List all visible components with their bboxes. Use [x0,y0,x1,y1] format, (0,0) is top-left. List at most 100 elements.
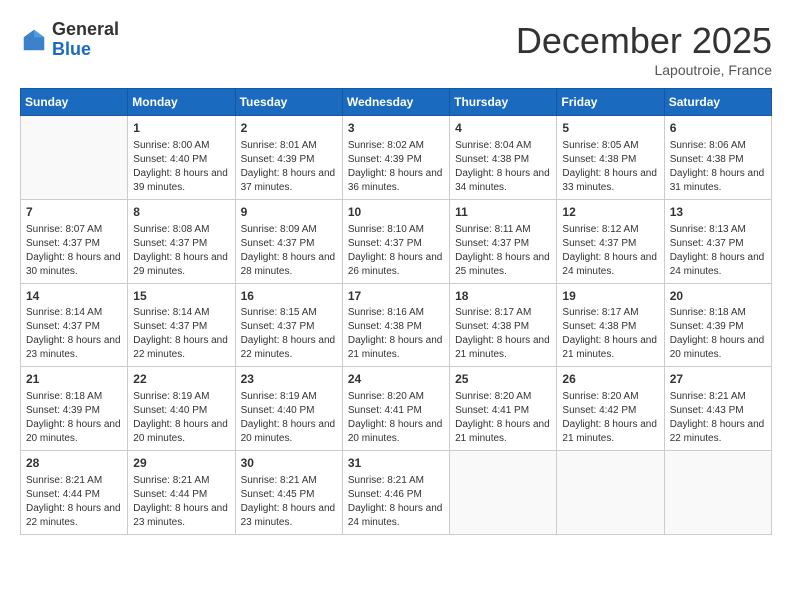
calendar-week-row: 7 Sunrise: 8:07 AMSunset: 4:37 PMDaylight… [21,199,772,283]
calendar-cell: 19Sunrise: 8:17 AMSunset: 4:38 PMDayligh… [557,283,664,367]
day-number: 14 [26,288,122,305]
day-info: Sunrise: 8:21 AMSunset: 4:43 PMDaylight:… [670,390,766,446]
day-info: Sunrise: 8:21 AMSunset: 4:46 PMDaylight:… [348,474,444,530]
calendar-cell: 13 Sunrise: 8:13 AMSunset: 4:37 PMDayligh… [664,199,771,283]
title-block: December 2025 Lapoutroie, France [516,20,772,78]
day-info: Sunrise: 8:09 AMSunset: 4:37 PMDaylight:… [241,223,337,279]
weekday-header: Sunday [21,89,128,116]
calendar-cell: 4 Sunrise: 8:04 AMSunset: 4:38 PMDaylight… [450,116,557,200]
calendar-cell: 8 Sunrise: 8:08 AMSunset: 4:37 PMDaylight… [128,199,235,283]
calendar-cell: 30 Sunrise: 8:21 AMSunset: 4:45 PMDayligh… [235,451,342,535]
day-number: 7 [26,204,122,221]
day-number: 1 [133,120,229,137]
location: Lapoutroie, France [516,62,772,78]
day-info: Sunrise: 8:21 AMSunset: 4:44 PMDaylight:… [133,474,229,530]
day-info: Sunrise: 8:16 AMSunset: 4:38 PMDaylight:… [348,306,444,362]
calendar-cell: 24Sunrise: 8:20 AMSunset: 4:41 PMDayligh… [342,367,449,451]
calendar-cell: 9 Sunrise: 8:09 AMSunset: 4:37 PMDaylight… [235,199,342,283]
calendar-cell [21,116,128,200]
calendar-cell: 11 Sunrise: 8:11 AMSunset: 4:37 PMDayligh… [450,199,557,283]
calendar-header: SundayMondayTuesdayWednesdayThursdayFrid… [21,89,772,116]
calendar-cell: 10Sunrise: 8:10 AMSunset: 4:37 PMDayligh… [342,199,449,283]
day-info: Sunrise: 8:21 AMSunset: 4:45 PMDaylight:… [241,474,337,530]
day-info: Sunrise: 8:15 AMSunset: 4:37 PMDaylight:… [241,306,337,362]
weekday-header-row: SundayMondayTuesdayWednesdayThursdayFrid… [21,89,772,116]
calendar-week-row: 21Sunrise: 8:18 AMSunset: 4:39 PMDayligh… [21,367,772,451]
calendar-week-row: 1 Sunrise: 8:00 AMSunset: 4:40 PMDaylight… [21,116,772,200]
day-info: Sunrise: 8:20 AMSunset: 4:41 PMDaylight:… [455,390,551,446]
day-number: 9 [241,204,337,221]
day-number: 6 [670,120,766,137]
day-number: 3 [348,120,444,137]
day-number: 19 [562,288,658,305]
calendar-cell: 25Sunrise: 8:20 AMSunset: 4:41 PMDayligh… [450,367,557,451]
calendar-cell [557,451,664,535]
day-number: 8 [133,204,229,221]
day-number: 16 [241,288,337,305]
day-info: Sunrise: 8:08 AMSunset: 4:37 PMDaylight:… [133,223,229,279]
weekday-header: Saturday [664,89,771,116]
day-info: Sunrise: 8:00 AMSunset: 4:40 PMDaylight:… [133,139,229,195]
calendar-cell: 16Sunrise: 8:15 AMSunset: 4:37 PMDayligh… [235,283,342,367]
day-info: Sunrise: 8:07 AMSunset: 4:37 PMDaylight:… [26,223,122,279]
weekday-header: Tuesday [235,89,342,116]
day-info: Sunrise: 8:13 AMSunset: 4:37 PMDaylight:… [670,223,766,279]
day-info: Sunrise: 8:19 AMSunset: 4:40 PMDaylight:… [241,390,337,446]
day-info: Sunrise: 8:11 AMSunset: 4:37 PMDaylight:… [455,223,551,279]
day-info: Sunrise: 8:19 AMSunset: 4:40 PMDaylight:… [133,390,229,446]
day-info: Sunrise: 8:17 AMSunset: 4:38 PMDaylight:… [562,306,658,362]
calendar-cell: 6 Sunrise: 8:06 AMSunset: 4:38 PMDaylight… [664,116,771,200]
month-title: December 2025 [516,20,772,62]
page-header: General Blue December 2025 Lapoutroie, F… [20,20,772,78]
day-number: 31 [348,455,444,472]
calendar-cell [664,451,771,535]
day-info: Sunrise: 8:05 AMSunset: 4:38 PMDaylight:… [562,139,658,195]
day-number: 10 [348,204,444,221]
day-number: 5 [562,120,658,137]
day-number: 23 [241,371,337,388]
day-number: 30 [241,455,337,472]
day-number: 11 [455,204,551,221]
day-number: 17 [348,288,444,305]
day-info: Sunrise: 8:18 AMSunset: 4:39 PMDaylight:… [670,306,766,362]
day-info: Sunrise: 8:02 AMSunset: 4:39 PMDaylight:… [348,139,444,195]
day-number: 28 [26,455,122,472]
day-info: Sunrise: 8:20 AMSunset: 4:42 PMDaylight:… [562,390,658,446]
logo-text: General Blue [52,20,119,60]
day-number: 18 [455,288,551,305]
day-number: 2 [241,120,337,137]
calendar-cell: 17Sunrise: 8:16 AMSunset: 4:38 PMDayligh… [342,283,449,367]
calendar-cell: 23 Sunrise: 8:19 AMSunset: 4:40 PMDayligh… [235,367,342,451]
day-info: Sunrise: 8:14 AMSunset: 4:37 PMDaylight:… [26,306,122,362]
day-number: 22 [133,371,229,388]
calendar-cell: 1 Sunrise: 8:00 AMSunset: 4:40 PMDaylight… [128,116,235,200]
day-info: Sunrise: 8:14 AMSunset: 4:37 PMDaylight:… [133,306,229,362]
day-info: Sunrise: 8:06 AMSunset: 4:38 PMDaylight:… [670,139,766,195]
calendar-cell: 18Sunrise: 8:17 AMSunset: 4:38 PMDayligh… [450,283,557,367]
day-number: 27 [670,371,766,388]
day-number: 15 [133,288,229,305]
day-info: Sunrise: 8:04 AMSunset: 4:38 PMDaylight:… [455,139,551,195]
day-info: Sunrise: 8:17 AMSunset: 4:38 PMDaylight:… [455,306,551,362]
calendar-week-row: 28 Sunrise: 8:21 AMSunset: 4:44 PMDayligh… [21,451,772,535]
calendar-table: SundayMondayTuesdayWednesdayThursdayFrid… [20,88,772,535]
calendar-cell: 7 Sunrise: 8:07 AMSunset: 4:37 PMDaylight… [21,199,128,283]
day-number: 4 [455,120,551,137]
weekday-header: Friday [557,89,664,116]
day-number: 13 [670,204,766,221]
day-number: 24 [348,371,444,388]
day-number: 29 [133,455,229,472]
weekday-header: Wednesday [342,89,449,116]
calendar-cell: 5 Sunrise: 8:05 AMSunset: 4:38 PMDaylight… [557,116,664,200]
calendar-cell: 15Sunrise: 8:14 AMSunset: 4:37 PMDayligh… [128,283,235,367]
calendar-cell: 14Sunrise: 8:14 AMSunset: 4:37 PMDayligh… [21,283,128,367]
calendar-body: 1 Sunrise: 8:00 AMSunset: 4:40 PMDaylight… [21,116,772,535]
calendar-cell: 21Sunrise: 8:18 AMSunset: 4:39 PMDayligh… [21,367,128,451]
calendar-cell: 27 Sunrise: 8:21 AMSunset: 4:43 PMDayligh… [664,367,771,451]
day-number: 21 [26,371,122,388]
calendar-cell: 28Sunrise: 8:21 AMSunset: 4:44 PMDayligh… [21,451,128,535]
calendar-cell: 3 Sunrise: 8:02 AMSunset: 4:39 PMDaylight… [342,116,449,200]
calendar-cell: 2Sunrise: 8:01 AMSunset: 4:39 PMDaylight… [235,116,342,200]
calendar-cell: 26Sunrise: 8:20 AMSunset: 4:42 PMDayligh… [557,367,664,451]
logo: General Blue [20,20,119,60]
